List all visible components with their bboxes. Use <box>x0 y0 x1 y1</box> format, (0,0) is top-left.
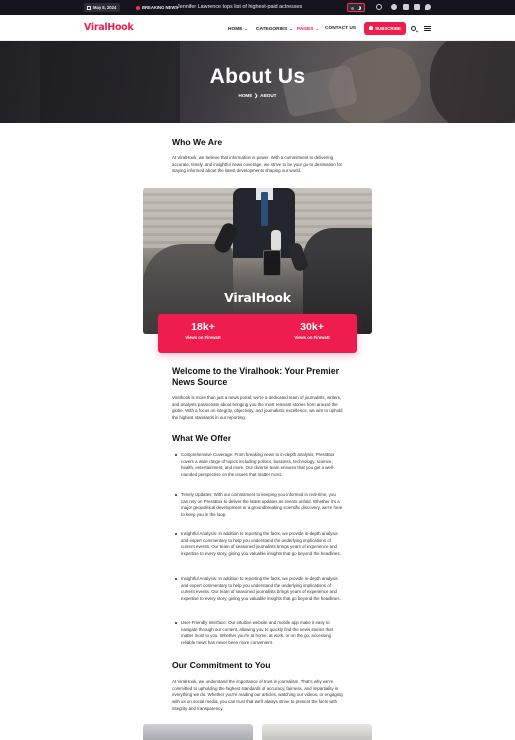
subscribe-button[interactable]: SUBSCRIBE <box>364 22 406 35</box>
what-we-offer-heading: What We Offer <box>172 433 232 443</box>
nav-categories[interactable]: CATEGORIES ⌄ <box>256 26 293 32</box>
who-we-are-heading: Who We Are <box>172 137 223 147</box>
gallery-image[interactable] <box>262 724 372 740</box>
live-dot-icon <box>136 5 140 10</box>
stat-item: 30k+ Views on Firewatt <box>267 321 357 341</box>
stats-card: 18k+ Views on Firewatt 30k+ Views on Fir… <box>158 314 357 353</box>
gallery-image[interactable] <box>143 724 253 740</box>
nav-pages[interactable]: PAGES ⌄ <box>297 26 319 32</box>
sun-icon <box>351 6 354 10</box>
page-title: About Us <box>209 65 306 88</box>
breadcrumb-current: ABOUT <box>260 93 277 98</box>
breaking-news-text: BREAKING NEWS <box>142 5 179 10</box>
search-icon[interactable] <box>411 26 416 31</box>
commitment-text: At ViralHook, we understand the importan… <box>172 679 343 711</box>
site-logo[interactable]: ViralHook <box>84 22 134 33</box>
nav-pages-label: PAGES <box>297 27 314 32</box>
linkedin-icon[interactable] <box>414 4 420 10</box>
who-we-are-text: At ViralHook, we believe that informatio… <box>172 155 343 174</box>
nav-contact[interactable]: CONTACT US <box>325 26 356 31</box>
list-item: Comprehensive Coverage: From breaking ne… <box>172 452 344 479</box>
calendar-icon <box>87 5 91 10</box>
stat-value: 30k+ <box>300 321 324 333</box>
user-account-icon[interactable] <box>376 4 382 10</box>
photo-brand-watermark: ViralHook <box>224 290 291 305</box>
breadcrumb: HOME ❯ ABOUT <box>0 93 515 99</box>
nav-home-label: HOME <box>228 27 243 32</box>
commitment-heading: Our Commitment to You <box>172 660 271 670</box>
photo-overlay <box>143 188 372 334</box>
date-badge: May 8, 2024 <box>84 3 121 12</box>
press-photo: ViralHook <box>143 188 372 334</box>
list-item: Insightful Analysis: In addition to repo… <box>172 576 344 603</box>
twitter-icon[interactable] <box>425 4 431 10</box>
nav-contact-label: CONTACT US <box>325 26 357 31</box>
welcome-heading: Welcome to the Viralhook: Your Premier N… <box>172 366 340 387</box>
stat-label: Views on Firewatt <box>294 335 330 340</box>
stat-item: 18k+ Views on Firewatt <box>158 321 248 341</box>
dark-mode-toggle[interactable] <box>347 3 365 12</box>
stat-label: Views on Firewatt <box>185 335 221 340</box>
subscribe-label: SUBSCRIBE <box>375 26 401 31</box>
bell-icon <box>369 26 374 31</box>
stat-value: 18k+ <box>191 321 215 333</box>
nav-home[interactable]: HOME ⌄ <box>228 26 248 32</box>
top-bar: May 8, 2024 BREAKING NEWS Jennifer Lawre… <box>0 0 515 15</box>
main-header: ViralHook HOME ⌄ CATEGORIES ⌄ PAGES ⌄ CONTA… <box>0 15 515 41</box>
breadcrumb-home[interactable]: HOME <box>239 93 253 98</box>
date-text: May 8, 2024 <box>93 5 117 10</box>
menu-icon[interactable] <box>424 26 431 31</box>
list-item: Insightful Analysis: In addition to repo… <box>172 531 344 558</box>
chevron-down-icon: ⌄ <box>315 26 319 31</box>
breaking-news-label: BREAKING NEWS <box>136 3 178 12</box>
instagram-icon[interactable] <box>403 4 409 10</box>
chevron-down-icon: ⌄ <box>289 26 293 31</box>
list-item: Timely Updates: With our commitment to k… <box>172 492 344 519</box>
moon-icon <box>357 6 361 10</box>
welcome-text: Viralhook is more than just a news porta… <box>172 395 343 421</box>
news-ticker[interactable]: Jennifer Lawrence tops list of highest-p… <box>177 3 302 12</box>
nav-categories-label: CATEGORIES <box>256 27 288 32</box>
chevron-down-icon: ⌄ <box>244 26 248 31</box>
chevron-right-icon: ❯ <box>254 93 259 98</box>
list-item: User-Friendly Interface: Our intuitive w… <box>172 620 344 647</box>
page-hero: About Us HOME ❯ ABOUT <box>0 41 515 123</box>
facebook-icon[interactable] <box>391 4 397 10</box>
